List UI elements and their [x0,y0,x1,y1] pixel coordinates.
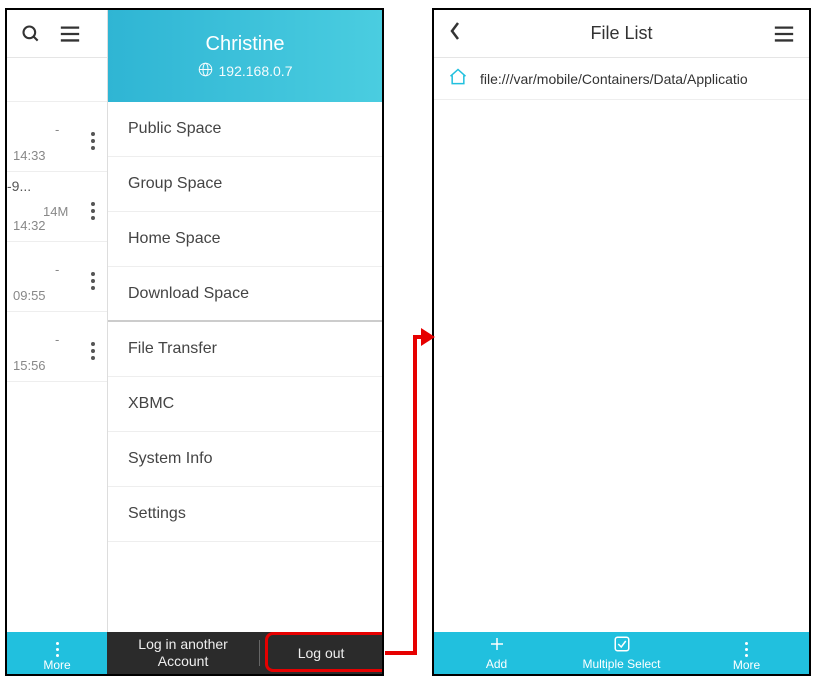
more-button[interactable]: More [7,632,107,674]
page-title: File List [478,23,765,44]
more-vertical-icon[interactable] [91,264,95,290]
multiselect-label: Multiple Select [582,657,660,671]
account-bar: Log in another Account Log out [107,632,382,674]
more-label: More [733,658,760,672]
file-meta: - [55,122,59,137]
more-vertical-icon[interactable] [91,124,95,150]
side-drawer: Christine 192.168.0.7 Public Space Group… [107,10,382,632]
annotation-arrow [413,335,417,655]
more-vertical-icon [745,634,748,657]
menu-system-info[interactable]: System Info [108,432,382,487]
drawer-header: Christine 192.168.0.7 [108,10,382,102]
menu-public-space[interactable]: Public Space [108,102,382,157]
search-icon[interactable] [21,24,41,44]
list-item[interactable]: - 15:56 [7,312,107,382]
hamburger-icon[interactable] [765,24,795,44]
file-list-body[interactable] [434,100,809,632]
file-time: 09:55 [13,288,46,303]
add-button[interactable]: Add [434,632,559,674]
logout-button[interactable]: Log out [260,632,382,674]
current-path: file:///var/mobile/Containers/Data/Appli… [480,71,748,87]
back-button[interactable] [448,21,478,46]
menu-home-space[interactable]: Home Space [108,212,382,267]
file-name-clip: -9... [7,178,31,194]
list-item[interactable]: -9... 14M 14:32 [7,172,107,242]
annotation-arrow [385,651,415,655]
server-ip-row: 192.168.0.7 [108,62,382,80]
checkbox-icon [613,635,631,656]
right-topbar: File List [434,10,809,58]
background-file-list: - 14:33 -9... 14M 14:32 - 09:55 - 15:56 [7,58,107,632]
menu-group-space[interactable]: Group Space [108,157,382,212]
phone-right: File List file:///var/mobile/Containers/… [432,8,811,676]
drawer-menu: Public Space Group Space Home Space Down… [108,102,382,632]
logout-label: Log out [298,645,345,661]
phone-left: - 14:33 -9... 14M 14:32 - 09:55 - 15:56 … [5,8,384,676]
file-time: 14:32 [13,218,46,233]
more-label: More [43,658,70,672]
path-row[interactable]: file:///var/mobile/Containers/Data/Appli… [434,58,809,100]
more-button[interactable]: More [684,632,809,674]
login-another-account-button[interactable]: Log in another Account [107,632,259,674]
file-size: 14M [43,204,68,219]
server-ip: 192.168.0.7 [219,63,293,79]
file-time: 15:56 [13,358,46,373]
add-label: Add [486,657,507,671]
menu-xbmc[interactable]: XBMC [108,377,382,432]
file-meta: - [55,332,59,347]
menu-download-space[interactable]: Download Space [108,267,382,322]
globe-icon [198,62,213,80]
menu-settings[interactable]: Settings [108,487,382,542]
multiple-select-button[interactable]: Multiple Select [559,632,684,674]
plus-icon [488,635,506,656]
list-item[interactable]: - 09:55 [7,242,107,312]
more-vertical-icon[interactable] [91,334,95,360]
hamburger-icon[interactable] [59,24,81,44]
user-name: Christine [108,33,382,56]
more-vertical-icon[interactable] [91,194,95,220]
menu-file-transfer[interactable]: File Transfer [108,322,382,377]
right-bottom-bar: Add Multiple Select More [434,632,809,674]
file-time: 14:33 [13,148,46,163]
annotation-arrow-head [421,328,435,346]
home-icon[interactable] [448,67,468,90]
file-meta: - [55,262,59,277]
left-bottom-bar: More Log in another Account Log out [7,632,382,674]
login-another-label: Log in another Account [138,636,228,670]
more-vertical-icon [56,634,59,657]
list-item[interactable]: - 14:33 [7,102,107,172]
